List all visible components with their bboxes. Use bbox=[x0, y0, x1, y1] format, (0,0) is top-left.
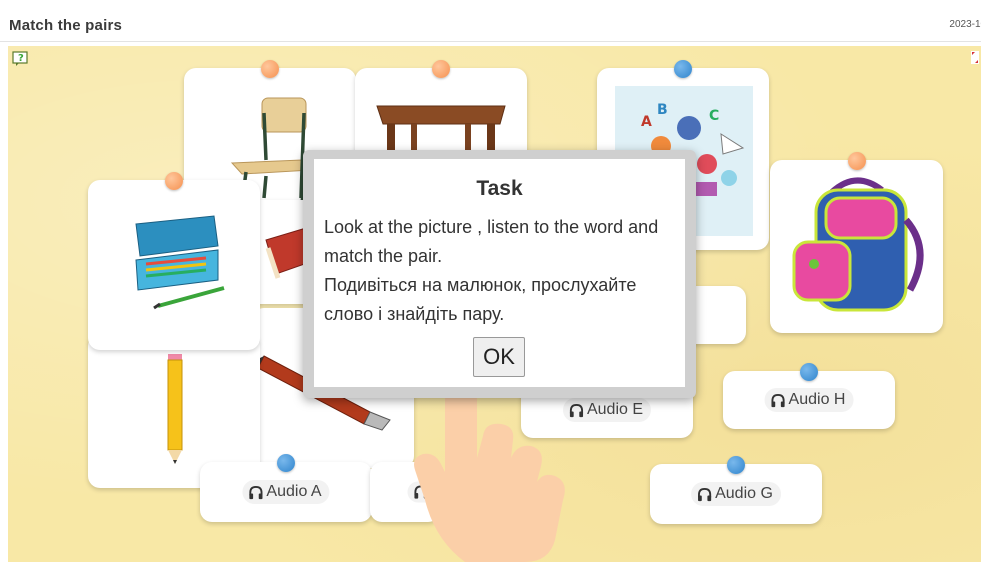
audio-play-button[interactable]: Audio G bbox=[691, 482, 781, 506]
audio-card-h[interactable]: Audio H bbox=[723, 363, 895, 429]
audio-card-a[interactable]: Audio A bbox=[200, 454, 372, 522]
headphones-icon bbox=[249, 485, 263, 499]
audio-label: Audio A bbox=[266, 483, 322, 500]
picture-card-pencil-case[interactable] bbox=[88, 172, 260, 350]
audio-label: Audio G bbox=[715, 485, 773, 502]
svg-text:?: ? bbox=[18, 53, 24, 64]
task-instructions: Look at the picture , listen to the word… bbox=[324, 213, 684, 329]
fullscreen-icon[interactable] bbox=[971, 51, 979, 64]
audio-label: Audio H bbox=[788, 391, 846, 408]
pencil-case-image bbox=[135, 215, 225, 310]
task-instructions-en: Look at the picture , listen to the word… bbox=[324, 217, 659, 266]
svg-text:B: B bbox=[657, 102, 668, 118]
picture-card-backpack[interactable] bbox=[770, 152, 943, 333]
pin-icon bbox=[261, 60, 279, 78]
audio-label: Audio E bbox=[586, 401, 644, 418]
pin-icon bbox=[277, 454, 295, 472]
audio-card-g[interactable]: Audio G bbox=[650, 456, 822, 524]
page-title: Match the pairs bbox=[9, 17, 123, 34]
audio-play-button[interactable]: Audio A bbox=[242, 480, 330, 504]
date-label: 2023-10-2 bbox=[949, 19, 981, 30]
pin-icon bbox=[800, 363, 818, 381]
task-dialog: Task Look at the picture , listen to the… bbox=[303, 150, 696, 398]
task-dialog-body: Task Look at the picture , listen to the… bbox=[314, 159, 685, 387]
pin-icon bbox=[847, 152, 866, 170]
pin-icon bbox=[727, 456, 745, 474]
pin-icon bbox=[674, 60, 692, 78]
pin-icon bbox=[165, 172, 183, 190]
ok-button[interactable]: OK bbox=[473, 337, 525, 377]
pin-icon bbox=[432, 60, 450, 78]
backpack-image bbox=[792, 177, 924, 312]
header-bar: Match the pairs 2023-10-2 bbox=[0, 0, 981, 42]
svg-text:C: C bbox=[709, 108, 719, 124]
headphones-icon bbox=[698, 487, 712, 501]
headphones-icon bbox=[771, 393, 785, 407]
task-dialog-title: Task bbox=[476, 177, 523, 200]
audio-play-button[interactable]: Audio H bbox=[764, 388, 854, 412]
help-question-icon[interactable]: ? bbox=[12, 51, 30, 67]
task-instructions-uk: Подивіться на малюнок, прослухайте слово… bbox=[324, 275, 637, 324]
svg-text:A: A bbox=[641, 114, 652, 130]
